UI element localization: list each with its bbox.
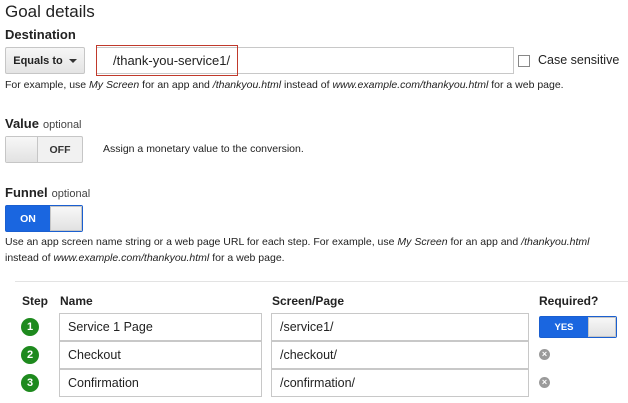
funnel-toggle[interactable]: ON	[5, 205, 83, 232]
step-name-input[interactable]: Service 1 Page	[59, 313, 262, 341]
column-header-name: Name	[60, 294, 93, 308]
step-name-input[interactable]: Checkout	[59, 341, 262, 369]
required-toggle[interactable]: YES	[539, 316, 617, 338]
funnel-help-text: Use an app screen name string or a web p…	[5, 234, 625, 266]
optional-tag: optional	[42, 119, 82, 131]
help-example-path: /thankyou.html	[212, 79, 282, 91]
step-name-value: Confirmation	[68, 376, 139, 390]
destination-label: Destination	[5, 27, 76, 42]
column-header-step: Step	[22, 294, 49, 308]
case-sensitive-checkbox[interactable]	[518, 55, 530, 67]
funnel-label-text: Funnel	[5, 185, 48, 200]
case-sensitive-label: Case sensitive	[538, 53, 620, 67]
required-toggle-text: YES	[554, 321, 574, 333]
match-type-value: Equals to	[13, 54, 63, 67]
destination-help-text: For example, use My Screen for an app an…	[5, 77, 564, 93]
toggle-knob	[50, 206, 82, 231]
help-text: for a web page.	[209, 252, 285, 264]
step-screen-input[interactable]: /checkout/	[271, 341, 529, 369]
help-text: for an app and	[447, 236, 522, 248]
destination-highlight-box	[96, 45, 238, 76]
help-example-path: /thankyou.html	[521, 236, 590, 248]
step-number-badge: 3	[21, 374, 39, 392]
step-name-input[interactable]: Confirmation	[59, 369, 262, 397]
funnel-help-line-2: instead of www.example.com/thankyou.html…	[5, 250, 625, 266]
page-title: Goal details	[5, 2, 95, 21]
help-text: instead of	[5, 252, 54, 264]
step-screen-value: /checkout/	[280, 348, 337, 362]
step-name-value: Service 1 Page	[68, 320, 153, 334]
value-label-text: Value	[5, 116, 39, 131]
column-header-screen: Screen/Page	[272, 294, 345, 308]
remove-step-icon[interactable]: ×	[539, 377, 550, 388]
value-label: Value optional	[5, 116, 82, 131]
funnel-label: Funnel optional	[5, 185, 90, 200]
funnel-toggle-text: ON	[20, 212, 36, 225]
help-example-app: My Screen	[397, 236, 448, 248]
remove-step-icon[interactable]: ×	[539, 349, 550, 360]
chevron-down-icon	[68, 58, 77, 63]
value-description: Assign a monetary value to the conversio…	[103, 143, 304, 155]
optional-tag: optional	[51, 188, 91, 200]
step-name-value: Checkout	[68, 348, 121, 362]
value-toggle-text: OFF	[49, 143, 71, 156]
help-example-url: www.example.com/thankyou.html	[53, 252, 210, 264]
value-toggle[interactable]: OFF	[5, 136, 83, 163]
help-text: for an app and	[139, 79, 213, 91]
help-text: for a web page.	[488, 79, 564, 91]
toggle-knob	[588, 317, 616, 337]
step-number-badge: 2	[21, 346, 39, 364]
help-example-url: www.example.com/thankyou.html	[332, 79, 489, 91]
step-screen-input[interactable]: /confirmation/	[271, 369, 529, 397]
step-screen-value: /service1/	[280, 320, 334, 334]
step-screen-input[interactable]: /service1/	[271, 313, 529, 341]
column-header-required: Required?	[539, 294, 599, 308]
match-type-dropdown[interactable]: Equals to	[5, 47, 85, 74]
help-text: instead of	[281, 79, 333, 91]
step-screen-value: /confirmation/	[280, 376, 356, 390]
help-text: For example, use	[5, 79, 90, 91]
funnel-help-line-1: Use an app screen name string or a web p…	[5, 234, 625, 250]
help-text: Use an app screen name string or a web p…	[5, 236, 398, 248]
step-number-badge: 1	[21, 318, 39, 336]
help-example-app: My Screen	[89, 79, 140, 91]
table-divider	[15, 281, 628, 282]
toggle-knob	[6, 137, 38, 162]
